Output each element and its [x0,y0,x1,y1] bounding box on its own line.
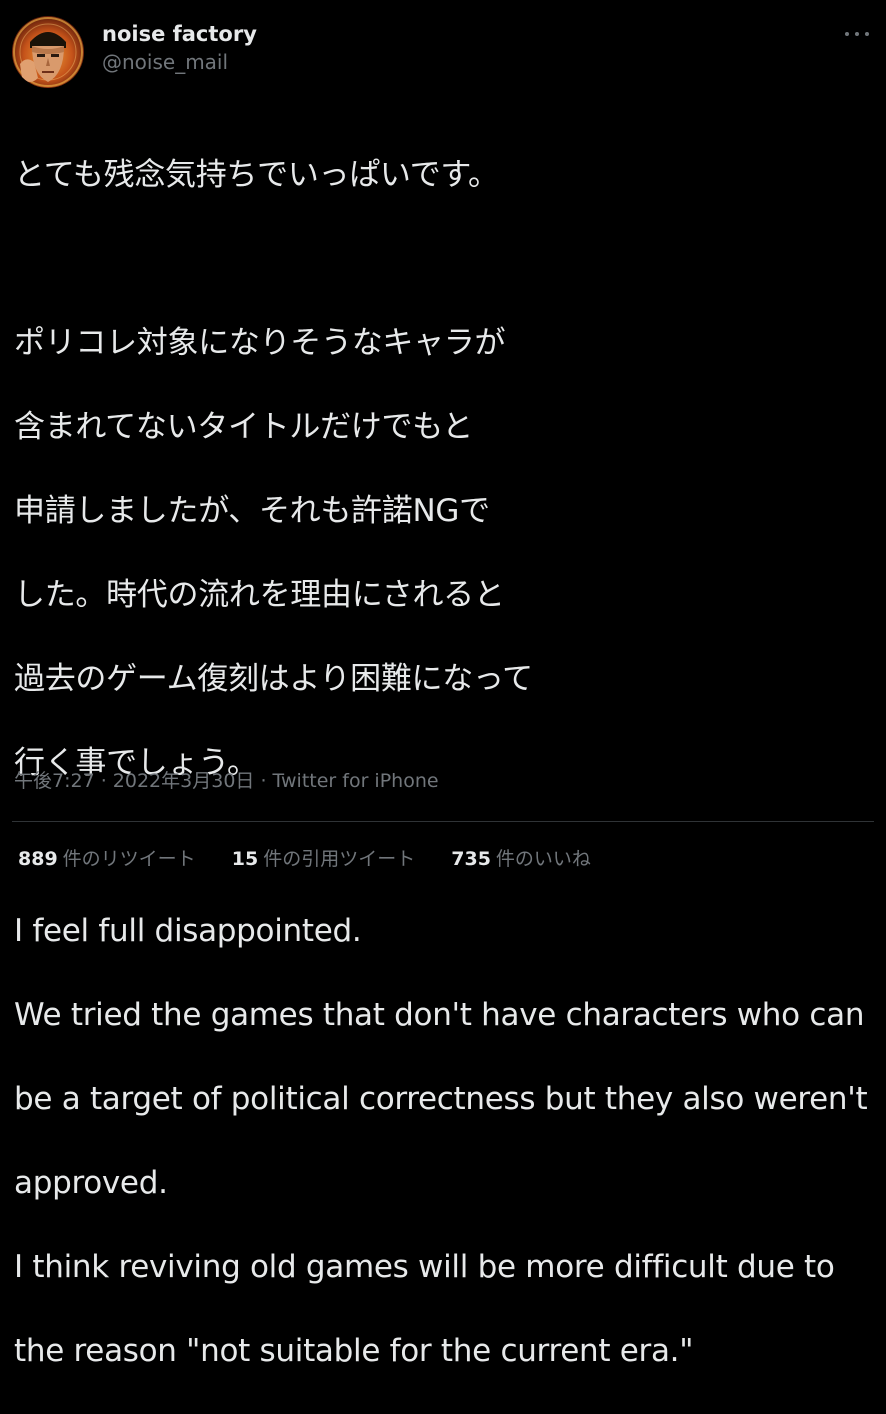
tweet-line-ja: 含まれてないタイトルだけでもと [14,409,473,445]
likes-stat[interactable]: 735 件のいいね [451,842,591,876]
likes-label: 件のいいね [495,848,591,870]
retweets-count: 889 [18,848,58,870]
meta-separator: · [94,770,113,792]
likes-count: 735 [451,848,491,870]
tweet-line-ja: した。時代の流れを理由にされると [14,577,505,613]
quotes-label: 件の引用ツイート [263,848,416,870]
retweets-stat[interactable]: 889 件のリツイート [18,842,196,876]
tweet-line-ja: ポリコレ対象になりそうなキャラが [14,325,506,361]
tweet-line-ja: とても残念気持ちでいっぱいです。 [14,157,499,193]
tweet-stats: 889 件のリツイート 15 件の引用ツイート 735 件のいいね [18,842,621,876]
user-handle[interactable]: @noise_mail [102,48,257,76]
tweet-line-en: the reason "not suitable for the current… [14,1333,694,1369]
tweet-source[interactable]: Twitter for iPhone [273,770,439,792]
tweet-date[interactable]: 2022年3月30日 [113,770,255,792]
retweets-label: 件のリツイート [62,848,196,870]
tweet-line-ja: 過去のゲーム復刻はより困難になって [14,661,533,697]
tweet-line-en: approved. [14,1165,168,1201]
tweet-line-en: I think reviving old games will be more … [14,1249,835,1285]
tweet-meta: 午後7:27 · 2022年3月30日 · Twitter for iPhone [14,766,439,796]
quotes-stat[interactable]: 15 件の引用ツイート [232,842,415,876]
tweet-line-en: I feel full disappointed. [14,913,362,949]
tweet-line-en: be a target of political correctness but… [14,1081,868,1117]
avatar-image [13,17,83,87]
display-name[interactable]: noise factory [102,20,257,48]
tweet: noise factory @noise_mail とても残念気持ちでいっぱいで… [0,0,886,1369]
tweet-header: noise factory @noise_mail [12,14,874,90]
quotes-count: 15 [231,848,259,870]
more-horizontal-icon[interactable] [842,22,872,46]
user-names: noise factory @noise_mail [102,20,257,76]
tweet-line-en: We tried the games that don't have chara… [14,997,865,1033]
tweet-time[interactable]: 午後7:27 [14,770,95,792]
avatar[interactable] [12,16,84,88]
tweet-line-ja: 申請しましたが、それも許諾NGで [14,493,490,529]
meta-separator: · [254,770,273,792]
divider [12,821,874,822]
tweet-text: とても残念気持ちでいっぱいです。 ポリコレ対象になりそうなキャラが 含まれてない… [14,112,874,1414]
